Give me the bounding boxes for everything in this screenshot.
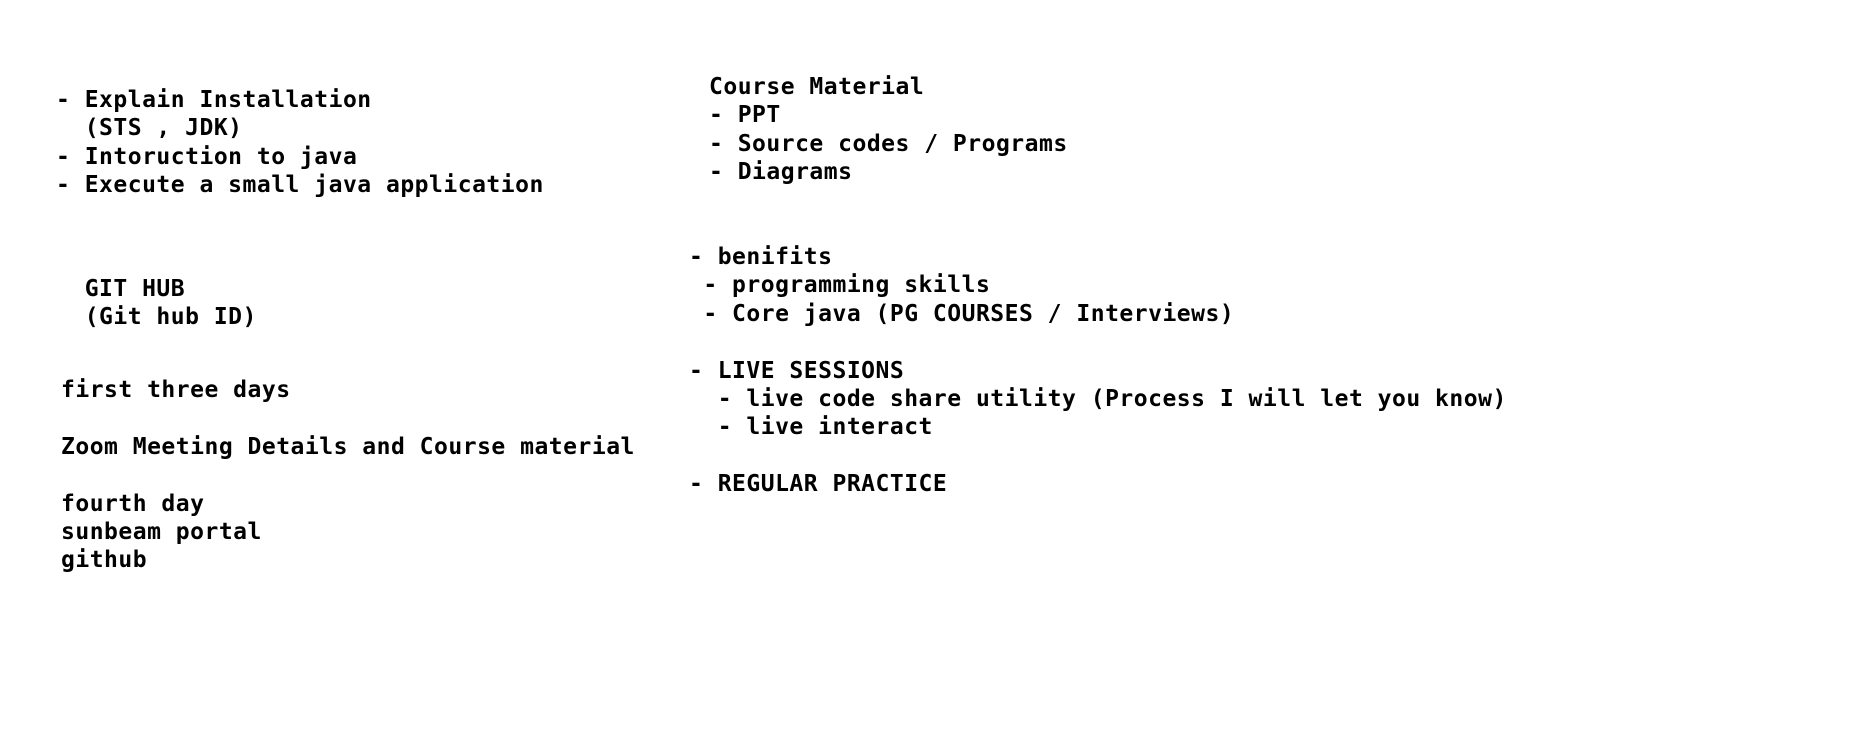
course-material-notes: Course Material - PPT - Source codes / P…: [709, 73, 1068, 187]
note-line: - Execute a small java application: [56, 172, 544, 199]
note-line: - Core java (PG COURSES / Interviews): [689, 300, 1235, 327]
note-line: - Source codes / Programs: [709, 130, 1068, 157]
note-line: - REGULAR PRACTICE: [689, 471, 948, 498]
note-line: (Git hub ID): [56, 304, 257, 331]
installation-notes: - Explain Installation (STS , JDK) - Int…: [56, 86, 544, 200]
note-line: - PPT: [709, 102, 781, 129]
note-line: (STS , JDK): [56, 115, 243, 142]
note-line: - live code share utility (Process I wil…: [689, 385, 1507, 412]
note-line: - programming skills: [689, 272, 991, 299]
note-gap: [689, 442, 1507, 470]
note-line: - Diagrams: [709, 159, 853, 186]
whiteboard-canvas[interactable]: - Explain Installation (STS , JDK) - Int…: [0, 0, 1852, 743]
schedule-notes: first three days Zoom Meeting Details an…: [61, 376, 635, 575]
note-line: - LIVE SESSIONS: [689, 357, 905, 384]
note-line: fourth day: [61, 490, 205, 517]
note-line: first three days: [61, 377, 291, 403]
note-gap: [61, 461, 635, 489]
note-line: Zoom Meeting Details and Course material: [61, 433, 635, 460]
note-line: - Explain Installation: [56, 87, 372, 113]
benefits-notes: - benifits - programming skills - Core j…: [689, 243, 1507, 499]
note-line: sunbeam portal: [61, 518, 262, 545]
note-line: Course Material: [709, 74, 925, 100]
note-gap: [689, 328, 1507, 356]
note-gap: [61, 404, 635, 432]
note-line: - benifits: [689, 244, 833, 270]
note-line: - Intoruction to java: [56, 143, 358, 170]
note-line: github: [61, 547, 148, 574]
note-line: GIT HUB: [56, 276, 186, 302]
note-line: - live interact: [689, 414, 933, 441]
git-hub-notes: GIT HUB (Git hub ID): [56, 275, 257, 332]
